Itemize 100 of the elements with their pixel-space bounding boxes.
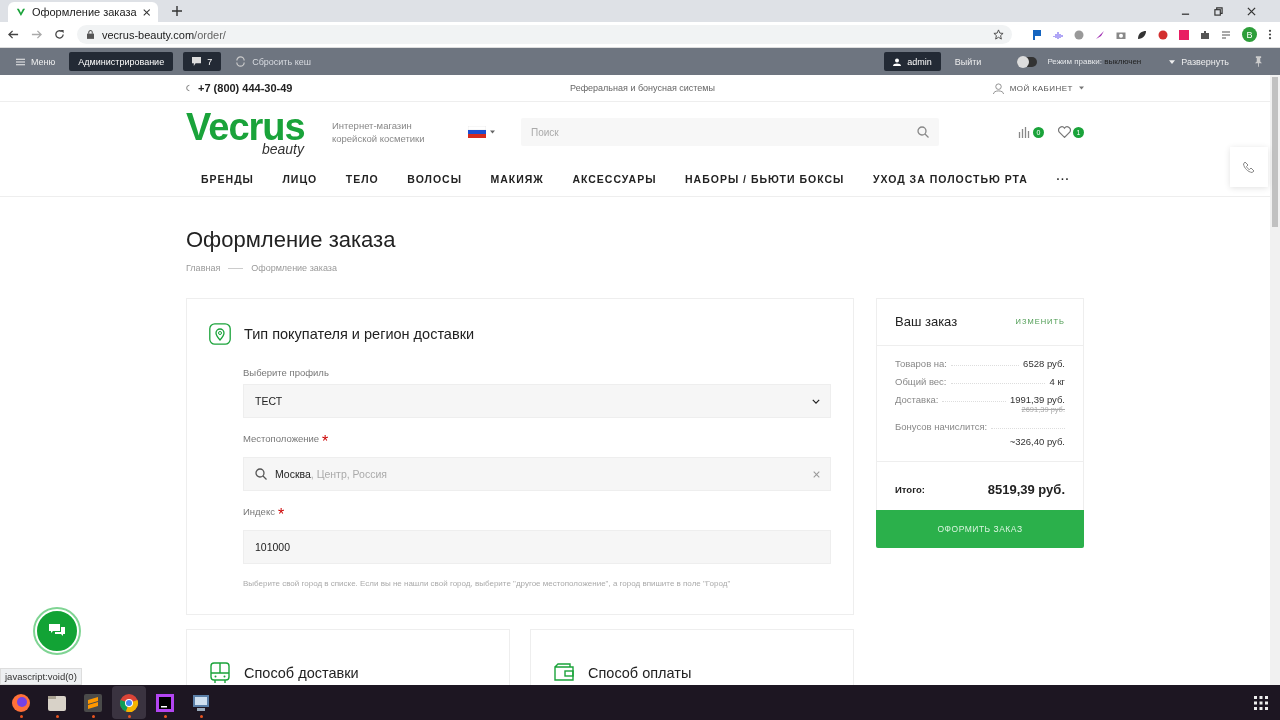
hint-text: Выберите свой город в списке. Если вы не нашли свой город, выберите "другое местоположение", а город впишите в поле "Город" (243, 579, 732, 588)
running-indicator (163, 715, 167, 718)
bus-icon (209, 662, 231, 684)
running-indicator (199, 715, 203, 718)
summary-value: 6528 руб. (1023, 358, 1065, 369)
section-title: Способ оплаты (588, 665, 692, 681)
nav-link[interactable]: НАБОРЫ / БЬЮТИ БОКСЫ (685, 173, 845, 185)
search-field[interactable]: Поиск (521, 118, 939, 146)
total-label: Итого: (895, 484, 925, 495)
gradient-square-icon[interactable] (1179, 29, 1189, 40)
puzzle-icon[interactable] (1200, 29, 1210, 40)
ide-icon (155, 692, 175, 713)
page-title: Оформление заказа (186, 227, 397, 253)
section-title: Тип покупателя и регион доставки (244, 326, 475, 342)
nav-link[interactable]: БРЕНДЫ (201, 173, 254, 185)
star-icon[interactable] (993, 29, 1004, 40)
field-label: Местоположение (243, 433, 320, 444)
more-icon[interactable] (1268, 29, 1272, 40)
caret-icon (1079, 86, 1084, 90)
nav-link[interactable]: АКСЕССУАРЫ (572, 173, 657, 185)
summary-label: Товаров на: (895, 358, 947, 369)
phone-number[interactable]: +7 (800) 444-30-49 (186, 82, 293, 94)
location-field[interactable]: Москва, Центр, Россия (243, 457, 831, 491)
taskbar-app[interactable] (112, 686, 146, 719)
required-mark: * (277, 506, 285, 524)
summary-value: ~326,40 руб. (1009, 436, 1065, 447)
close-icon[interactable] (1247, 6, 1256, 16)
nav-link[interactable]: МАКИЯЖ (490, 173, 544, 185)
logo-icon (16, 6, 26, 18)
circle-icon[interactable] (1074, 29, 1084, 40)
summary-title: Ваш заказ (895, 314, 958, 329)
nav-link[interactable]: ЛИЦО (282, 173, 318, 185)
summary-value: 1991,39 руб. (1009, 394, 1065, 405)
total-value: 8519,39 руб. (987, 482, 1065, 497)
browser-tab[interactable]: Оформление заказа (8, 2, 158, 22)
profile-select[interactable]: ТЕСТ (243, 384, 831, 418)
caret-icon (1169, 59, 1176, 64)
expand-button[interactable]: Развернуть (1165, 56, 1233, 67)
bar-chart-icon (1018, 126, 1031, 138)
comment-icon (192, 57, 202, 66)
running-indicator (91, 715, 95, 718)
menu-icon (16, 57, 25, 66)
restore-icon[interactable] (1214, 6, 1223, 16)
reset-cache-button[interactable]: Сбросить кеш (231, 56, 315, 67)
user-icon (992, 82, 1004, 94)
editor-icon (83, 692, 103, 713)
wallet-icon (553, 662, 575, 684)
monitor-icon (191, 692, 211, 713)
globe-icon (11, 692, 31, 713)
new-tab-icon[interactable] (172, 6, 182, 16)
referral-link[interactable]: Реферальная и бонусная системы (570, 83, 716, 93)
user-icon (893, 57, 902, 66)
pin-icon[interactable] (1255, 56, 1262, 67)
refresh-icon (235, 56, 247, 67)
menu-button[interactable]: Меню (12, 56, 60, 67)
flag-icon[interactable] (1032, 29, 1042, 40)
summary-value: 4 кг (1049, 376, 1065, 387)
admin-button[interactable]: Администрирование (69, 52, 174, 71)
address-field[interactable]: vecrus-beauty.com/order/ (77, 25, 1012, 44)
postcode-field[interactable]: 101000 (243, 530, 831, 564)
browser-icon (119, 692, 139, 713)
running-indicator (19, 715, 23, 718)
heart-icon (1058, 126, 1071, 138)
edit-mode-label: Режим правки: выключен (1047, 57, 1142, 66)
location-pin-icon (209, 323, 231, 345)
summary-label: Доставка: (895, 394, 939, 405)
nav-link[interactable]: ТЕЛО (345, 173, 379, 185)
summary-label: Общий вес: (895, 376, 947, 387)
leaf-icon[interactable] (1137, 29, 1147, 40)
nav-link[interactable]: ··· (1056, 173, 1070, 185)
logout-button[interactable]: Выйти (950, 56, 986, 67)
search-icon[interactable] (917, 126, 929, 138)
flag-icon (468, 126, 486, 138)
tab-title: Оформление заказа (31, 6, 137, 18)
comments-button[interactable]: 7 (183, 52, 222, 71)
chevron-down-icon[interactable] (812, 398, 820, 404)
tagline: Интернет-магазин корейской косметики (332, 119, 426, 145)
close-icon[interactable] (142, 7, 150, 17)
section-title: Способ доставки (244, 665, 359, 681)
status-url: javascript:void(0) (0, 668, 82, 685)
account-link[interactable]: МОЙ КАБИНЕТ (992, 82, 1084, 94)
site-logo[interactable]: Vecrus beauty (186, 108, 316, 156)
search-icon (255, 468, 267, 480)
edit-mode-toggle[interactable] (1017, 56, 1038, 67)
nav-link[interactable]: ВОЛОСЫ (407, 173, 462, 185)
field-label: Индекс (243, 506, 275, 517)
language-selector[interactable] (468, 126, 495, 138)
required-mark: * (322, 433, 329, 451)
back-icon[interactable] (8, 29, 19, 40)
field-label: Выберите профиль (243, 367, 329, 378)
nav-link[interactable]: УХОД ЗА ПОЛОСТЬЮ РТА (872, 173, 1028, 185)
chat-button[interactable] (35, 609, 79, 653)
lock-icon (87, 30, 94, 39)
running-indicator (55, 715, 59, 718)
chat-icon (49, 624, 65, 638)
caret-icon (490, 130, 495, 134)
app-grid-icon[interactable] (1254, 695, 1268, 710)
summary-label: Бонусов начислится: (895, 421, 988, 432)
reload-icon[interactable] (54, 29, 65, 40)
user-button[interactable]: admin (884, 52, 941, 71)
